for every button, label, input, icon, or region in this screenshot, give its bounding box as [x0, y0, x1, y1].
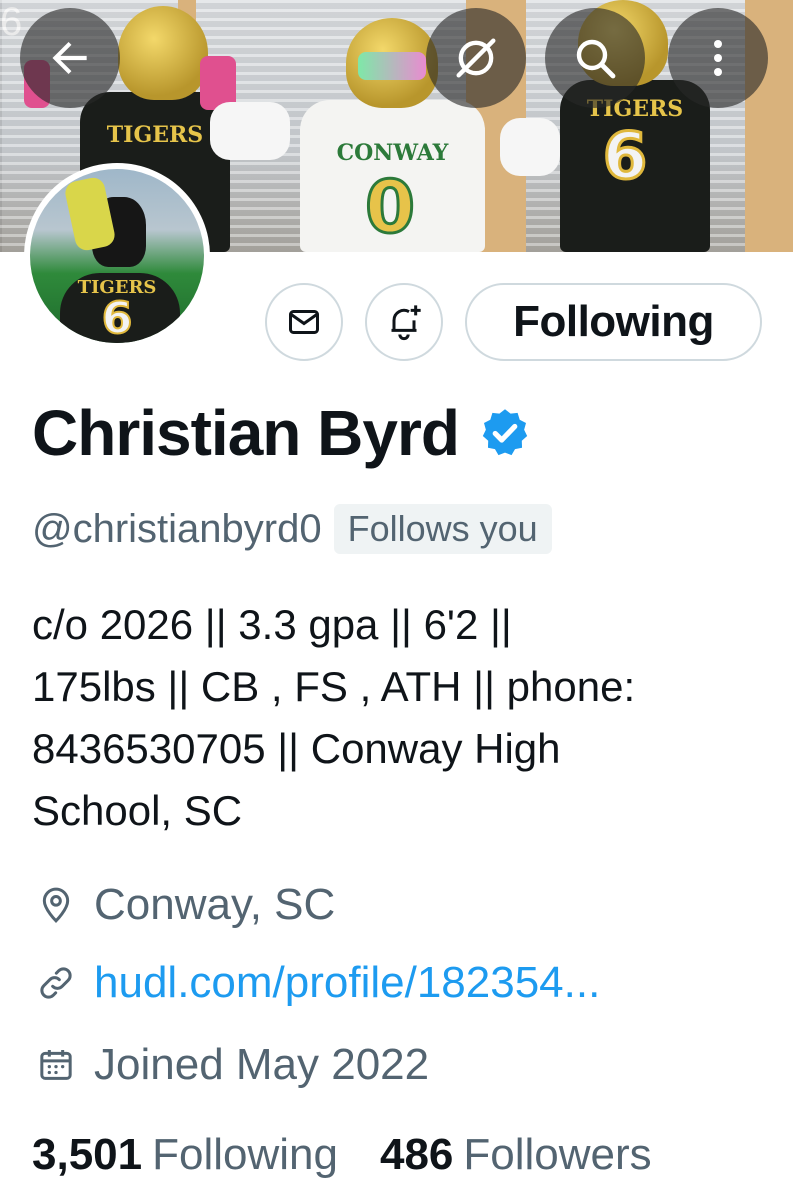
profile-avatar[interactable]: TIGERS 6: [24, 163, 210, 349]
display-name: Christian Byrd: [32, 397, 460, 469]
bio-line: 175lbs || CB , FS , ATH || phone:: [32, 663, 636, 710]
following-count: 3,501: [32, 1130, 143, 1179]
more-vertical-icon: [714, 40, 722, 76]
calendar-icon: [40, 1050, 72, 1080]
notifications-button[interactable]: [365, 283, 443, 361]
followers-label: Followers: [463, 1130, 652, 1179]
banner-jersey-text: TIGERS: [106, 122, 204, 148]
back-button[interactable]: [20, 8, 120, 108]
website-row: hudl.com/profile/182354...: [32, 958, 600, 1008]
user-handle: @christianbyrd0: [32, 506, 322, 551]
grok-icon: [456, 38, 496, 78]
profile-bio: c/o 2026 || 3.3 gpa || 6'2 || 175lbs || …: [32, 594, 772, 842]
avatar-jersey-number: 6: [101, 292, 134, 343]
message-button[interactable]: [265, 283, 343, 361]
joined-row: Joined May 2022: [32, 1040, 429, 1090]
followers-count-link[interactable]: 486 Followers: [380, 1130, 652, 1180]
more-button[interactable]: [668, 8, 768, 108]
followers-count: 486: [379, 1130, 454, 1179]
envelope-icon: [289, 310, 319, 334]
banner-jersey-number: 0: [363, 164, 416, 251]
location-text: Conway, SC: [94, 880, 336, 929]
link-icon: [40, 967, 72, 999]
location-row: Conway, SC: [32, 880, 335, 930]
follow-counts: 3,501 Following 486 Followers: [32, 1130, 652, 1180]
grok-button[interactable]: [426, 8, 526, 108]
following-button-label: Following: [513, 297, 714, 346]
joined-text: Joined May 2022: [94, 1040, 430, 1089]
follows-you-badge: Follows you: [333, 504, 552, 554]
website-link[interactable]: hudl.com/profile/182354...: [94, 958, 600, 1008]
location-pin-icon: [42, 887, 70, 923]
following-count-link[interactable]: 3,501 Following: [32, 1130, 338, 1180]
following-button[interactable]: Following: [465, 283, 762, 361]
avatar-photo: TIGERS 6: [30, 169, 204, 343]
profile-name-row: Christian Byrd: [32, 396, 533, 470]
banner-jersey-number: 6: [601, 119, 649, 196]
following-label: Following: [152, 1130, 338, 1179]
search-icon: [576, 39, 616, 79]
arrow-left-icon: [52, 41, 87, 75]
bio-line: c/o 2026 || 3.3 gpa || 6'2 ||: [32, 601, 512, 648]
bio-line: 8436530705 || Conway High: [32, 725, 561, 772]
bell-plus-icon: [391, 305, 421, 341]
banner-jersey-text: CONWAY: [336, 140, 449, 166]
verified-badge-icon[interactable]: [477, 405, 533, 461]
bio-line: School, SC: [32, 787, 243, 834]
handle-row: @christianbyrd0 Follows you: [32, 504, 552, 554]
search-button[interactable]: [545, 8, 645, 108]
